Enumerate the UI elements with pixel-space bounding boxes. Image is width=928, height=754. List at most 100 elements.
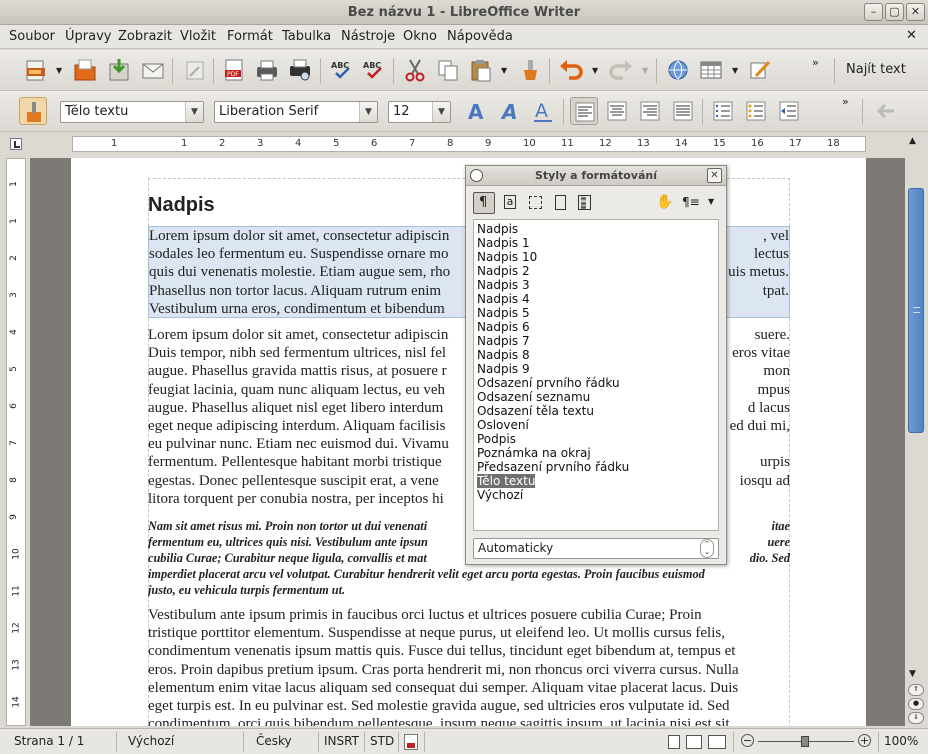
email-icon[interactable] bbox=[139, 56, 167, 84]
font-name-select[interactable]: Liberation Serif ▼ bbox=[214, 101, 378, 123]
page-count[interactable]: Strana 1 / 1 bbox=[14, 734, 84, 748]
selection-mode[interactable]: STD bbox=[370, 734, 394, 748]
scroll-thumb[interactable] bbox=[908, 188, 924, 433]
toolbar1-overflow[interactable]: » bbox=[812, 56, 819, 69]
menu-zobrazit[interactable]: Zobrazit bbox=[118, 29, 172, 44]
panel-close-icon[interactable]: ✕ bbox=[707, 168, 722, 183]
scroll-up-icon[interactable]: ▲ bbox=[909, 136, 916, 146]
find-text-label[interactable]: Najít text bbox=[846, 62, 906, 77]
style-list-item[interactable]: Nadpis 7 bbox=[477, 334, 530, 348]
close-window-button[interactable]: ✕ bbox=[906, 3, 925, 21]
table-icon[interactable] bbox=[697, 56, 725, 84]
hyperlink-icon[interactable] bbox=[664, 56, 692, 84]
tab-type-icon[interactable] bbox=[10, 138, 22, 150]
filter-spin-icon[interactable]: ⌃ ⌄ bbox=[700, 539, 714, 558]
undo-dropdown-chevron-icon[interactable]: ▼ bbox=[592, 66, 598, 75]
character-styles-icon[interactable]: a bbox=[500, 192, 522, 214]
zoom-out-icon[interactable]: − bbox=[741, 734, 754, 747]
paste-icon[interactable] bbox=[467, 56, 495, 84]
styles-list[interactable]: Nadpis Nadpis 1 Nadpis 10 Nadpis 2 Nadpis 3N… bbox=[473, 219, 719, 531]
style-list-item[interactable]: Nadpis 9 bbox=[477, 362, 530, 376]
multi-page-view-icon[interactable] bbox=[686, 735, 702, 749]
new-dropdown-chevron-icon[interactable]: ▼ bbox=[56, 66, 62, 75]
navigator-icon[interactable]: ● bbox=[908, 698, 924, 710]
align-center-icon[interactable] bbox=[603, 97, 631, 125]
single-page-view-icon[interactable] bbox=[668, 735, 680, 749]
style-list-item[interactable]: Nadpis 1 bbox=[477, 236, 530, 250]
menu-upravy[interactable]: Úpravy bbox=[65, 29, 111, 44]
clone-formatting-icon[interactable] bbox=[516, 56, 544, 84]
page-styles-icon[interactable] bbox=[550, 192, 572, 214]
autospellcheck-icon[interactable]: ABC bbox=[360, 56, 388, 84]
style-list-item[interactable]: Odsazení těla textu bbox=[477, 404, 594, 418]
insert-mode[interactable]: INSRT bbox=[324, 734, 359, 748]
edit-mode-icon[interactable] bbox=[181, 56, 209, 84]
style-list-item[interactable]: Odsazení seznamu bbox=[477, 390, 590, 404]
menu-tabulka[interactable]: Tabulka bbox=[282, 29, 331, 44]
style-list-item[interactable]: Výchozí bbox=[477, 488, 523, 502]
ruler-strip[interactable]: 1 1 2 3 4 5 6 7 8 9 10 11 12 13 14 15 16 17 18 bbox=[72, 136, 866, 152]
panel-title-bar[interactable]: Styly a formátování ✕ bbox=[466, 166, 726, 186]
open-folder-icon[interactable] bbox=[71, 56, 99, 84]
style-list-item[interactable]: Tělo textu bbox=[477, 474, 536, 488]
zoom-in-icon[interactable]: + bbox=[858, 734, 871, 747]
page-style[interactable]: Výchozí bbox=[128, 734, 174, 748]
style-list-item[interactable]: Nadpis 4 bbox=[477, 292, 530, 306]
bullets-icon[interactable] bbox=[742, 97, 770, 125]
vertical-scrollbar[interactable]: ▲ ▼ ⇑ ● ⇓ bbox=[905, 133, 928, 726]
style-list-item[interactable]: Odsazení prvního řádku bbox=[477, 376, 620, 390]
justify-icon[interactable] bbox=[669, 97, 697, 125]
style-list-item[interactable]: Nadpis 2 bbox=[477, 264, 530, 278]
frame-styles-icon[interactable] bbox=[525, 192, 547, 214]
style-list-item[interactable]: Předsazení prvního řádku bbox=[477, 460, 629, 474]
paragraph-style-select[interactable]: Tělo textu ▼ bbox=[60, 101, 204, 123]
paste-dropdown-chevron-icon[interactable]: ▼ bbox=[501, 66, 507, 75]
menu-soubor[interactable]: Soubor bbox=[9, 29, 55, 44]
style-list-item[interactable]: Podpis bbox=[477, 432, 516, 446]
align-right-icon[interactable] bbox=[636, 97, 664, 125]
table-dropdown-chevron-icon[interactable]: ▼ bbox=[732, 66, 738, 75]
styles-formatting-icon[interactable] bbox=[19, 97, 47, 125]
style-list-item[interactable]: Nadpis 8 bbox=[477, 348, 530, 362]
export-pdf-icon[interactable]: PDF bbox=[220, 56, 248, 84]
zoom-slider-thumb[interactable] bbox=[801, 736, 809, 747]
underline-icon[interactable]: A bbox=[529, 97, 557, 125]
minimize-button[interactable]: – bbox=[864, 3, 883, 21]
document-modified-icon[interactable] bbox=[404, 734, 418, 750]
font-size-select[interactable]: 12 ▼ bbox=[388, 101, 451, 123]
next-page-icon[interactable]: ⇓ bbox=[908, 712, 924, 724]
print-icon[interactable] bbox=[253, 56, 281, 84]
menu-nastroje[interactable]: Nástroje bbox=[341, 29, 395, 44]
style-list-item[interactable]: Nadpis 5 bbox=[477, 306, 530, 320]
close-document-button[interactable]: ✕ bbox=[906, 28, 917, 43]
cut-icon[interactable] bbox=[401, 56, 429, 84]
book-view-icon[interactable] bbox=[708, 735, 726, 749]
document-heading[interactable]: Nadpis bbox=[148, 194, 215, 217]
print-preview-icon[interactable] bbox=[286, 56, 314, 84]
style-list-item[interactable]: Nadpis 3 bbox=[477, 278, 530, 292]
italic-icon[interactable]: A bbox=[496, 97, 524, 125]
copy-icon[interactable] bbox=[434, 56, 462, 84]
menu-format[interactable]: Formát bbox=[227, 29, 273, 44]
fill-format-mode-icon[interactable]: ✋ bbox=[656, 194, 676, 214]
list-styles-icon[interactable]: ≡ ≡ ≡ bbox=[574, 192, 596, 214]
align-left-icon[interactable] bbox=[570, 97, 598, 125]
font-size-chevron-icon[interactable]: ▼ bbox=[432, 102, 450, 122]
save-icon[interactable] bbox=[105, 56, 133, 84]
style-list-item[interactable]: Nadpis bbox=[477, 222, 518, 236]
toolbar2-overflow[interactable]: » bbox=[842, 95, 849, 108]
maximize-button[interactable]: ▢ bbox=[885, 3, 904, 21]
new-document-icon[interactable] bbox=[22, 56, 50, 84]
style-list-item[interactable]: Nadpis 10 bbox=[477, 250, 537, 264]
menu-okno[interactable]: Okno bbox=[403, 29, 437, 44]
spellcheck-icon[interactable]: ABC bbox=[328, 56, 356, 84]
style-list-item[interactable]: Oslovení bbox=[477, 418, 529, 432]
style-list-item[interactable]: Poznámka na okraj bbox=[477, 446, 591, 460]
show-draw-functions-icon[interactable] bbox=[746, 56, 774, 84]
undo-icon[interactable] bbox=[557, 56, 585, 84]
language[interactable]: Česky bbox=[256, 734, 292, 748]
zoom-level[interactable]: 100% bbox=[884, 734, 918, 748]
previous-page-icon[interactable]: ⇑ bbox=[908, 684, 924, 696]
menu-vlozit[interactable]: Vložit bbox=[180, 29, 216, 44]
menu-napoveda[interactable]: Nápověda bbox=[447, 29, 513, 44]
